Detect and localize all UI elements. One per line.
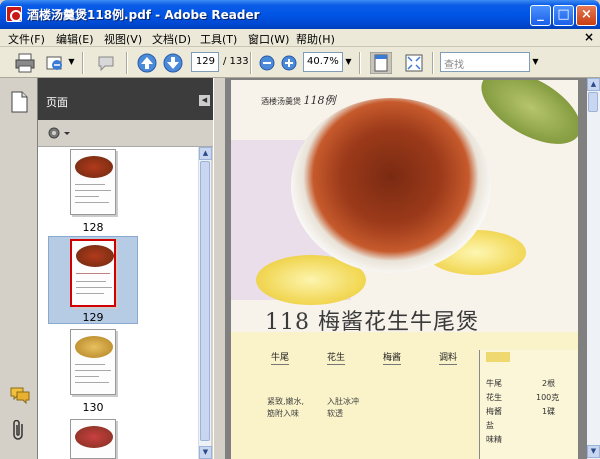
ingredient-name: 味精 — [486, 435, 502, 444]
close-button[interactable]: × — [576, 5, 597, 26]
zoom-in-icon[interactable] — [278, 52, 300, 74]
pages-panel-header: 页面 ◀ — [38, 78, 217, 120]
thumbnails-scrollbar[interactable]: ▲ ▼ — [198, 147, 212, 459]
panel-splitter[interactable] — [213, 78, 226, 459]
column-head-oxtail: 牛尾 — [271, 350, 290, 365]
page-thumbnail-131[interactable] — [70, 419, 116, 459]
toolbar-separator — [250, 52, 252, 74]
column-head-plum-sauce: 梅酱 — [383, 350, 402, 365]
menu-tools[interactable]: 工具(T) — [200, 31, 237, 47]
scroll-up-icon[interactable]: ▲ — [199, 147, 212, 160]
scroll-up-icon[interactable]: ▲ — [587, 78, 600, 91]
full-screen-icon[interactable] — [403, 52, 425, 74]
page-header: 酒楼汤羹煲 118例 — [261, 94, 336, 107]
ingredient-name: 牛尾 — [486, 379, 502, 388]
page-number-input[interactable]: 129 — [191, 52, 219, 72]
attachment-icon[interactable] — [10, 420, 28, 442]
menu-file[interactable]: 文件(F) — [8, 31, 45, 47]
page-thumbnail-128[interactable] — [70, 149, 116, 215]
bitter-melon-photo — [469, 80, 578, 159]
comments-icon[interactable] — [9, 386, 31, 404]
menu-edit[interactable]: 编辑(E) — [56, 31, 94, 47]
print-icon[interactable] — [14, 52, 36, 74]
page-thumbnail-130[interactable] — [70, 329, 116, 395]
document-view[interactable]: 酒楼汤羹煲 118例 118 梅酱花生牛尾煲 牛尾 花生 梅酱 调料 紧致,嫩水… — [226, 78, 587, 459]
email-icon[interactable] — [44, 52, 66, 74]
toolbar-separator — [359, 52, 361, 74]
ingredients-box: 牛尾 2根 花生 100克 梅酱 1碟 盐 味精 — [479, 350, 578, 459]
adobe-reader-icon — [6, 6, 22, 22]
scroll-down-icon[interactable]: ▼ — [199, 446, 212, 459]
menu-view[interactable]: 视图(V) — [104, 31, 142, 47]
toolbar-separator — [82, 52, 84, 74]
search-input[interactable]: 查找 — [440, 52, 530, 72]
email-dropdown-icon[interactable]: ▼ — [66, 52, 77, 72]
column-text: 入肚冰冲 — [327, 397, 359, 406]
ingredient-qty: 2根 — [542, 379, 556, 388]
ingredients-tag — [486, 352, 510, 362]
options-gear-icon[interactable] — [46, 125, 72, 141]
toolbar: ▼ 129 / 133 40.7% ▼ 查找 ▼ — [0, 47, 600, 78]
minimize-button[interactable]: _ — [530, 5, 551, 26]
navigation-strip — [0, 78, 38, 459]
scroll-down-icon[interactable]: ▼ — [587, 445, 600, 458]
ingredient-name: 盐 — [486, 421, 494, 430]
thumbnail-label-130: 130 — [82, 401, 104, 414]
pages-options-bar — [38, 120, 217, 147]
thumbnail-label-128: 128 — [82, 221, 104, 234]
ingredient-qty: 100克 — [536, 393, 560, 402]
document-close-icon[interactable]: × — [584, 30, 594, 44]
page-thumbnail-129[interactable] — [70, 239, 116, 307]
menu-bar: 文件(F) 编辑(E) 视图(V) 文档(D) 工具(T) 窗口(W) 帮助(H… — [0, 29, 600, 47]
title-bar: 酒楼汤羹煲118例.pdf - Adobe Reader _ □ × — [0, 0, 600, 29]
column-text: 软透 — [327, 409, 343, 418]
pdf-page: 酒楼汤羹煲 118例 118 梅酱花生牛尾煲 牛尾 花生 梅酱 调料 紧致,嫩水… — [231, 80, 578, 459]
ingredient-name: 花生 — [486, 393, 502, 402]
pages-panel-title: 页面 — [46, 96, 68, 109]
thumbnail-label-129: 129 — [82, 311, 104, 324]
maximize-button[interactable]: □ — [553, 5, 574, 26]
column-text: 紧致,嫩水, — [267, 397, 305, 406]
scroll-thumb[interactable] — [588, 92, 598, 112]
window-title: 酒楼汤羹煲118例.pdf - Adobe Reader — [27, 8, 260, 22]
menu-help[interactable]: 帮助(H) — [296, 31, 335, 47]
comment-icon[interactable] — [96, 52, 118, 74]
menu-window[interactable]: 窗口(W) — [248, 31, 289, 47]
document-scrollbar[interactable]: ▲ ▼ — [587, 78, 600, 459]
oxtail-stew-photo — [291, 98, 491, 273]
column-text: 筋附入味 — [267, 409, 299, 418]
collapse-panel-button[interactable]: ◀ — [199, 95, 210, 106]
toolbar-separator — [126, 52, 128, 74]
zoom-input[interactable]: 40.7% — [303, 52, 343, 72]
column-head-peanut: 花生 — [327, 350, 346, 365]
scroll-thumb[interactable] — [200, 161, 210, 441]
page-total: / 133 — [223, 56, 249, 67]
ingredient-qty: 1碟 — [542, 407, 556, 416]
column-head-seasoning: 调料 — [439, 350, 458, 365]
ingredient-name: 梅酱 — [486, 407, 502, 416]
zoom-out-icon[interactable] — [256, 52, 278, 74]
zoom-dropdown-icon[interactable]: ▼ — [343, 52, 354, 72]
previous-page-icon[interactable] — [136, 52, 158, 74]
thumbnails-panel: 128 129 130 — [38, 147, 198, 459]
fit-page-icon[interactable] — [370, 52, 392, 74]
search-dropdown-icon[interactable]: ▼ — [530, 52, 541, 72]
pages-icon[interactable] — [9, 90, 29, 114]
menu-document[interactable]: 文档(D) — [152, 31, 191, 47]
toolbar-separator — [432, 52, 434, 74]
next-page-icon[interactable] — [162, 52, 184, 74]
